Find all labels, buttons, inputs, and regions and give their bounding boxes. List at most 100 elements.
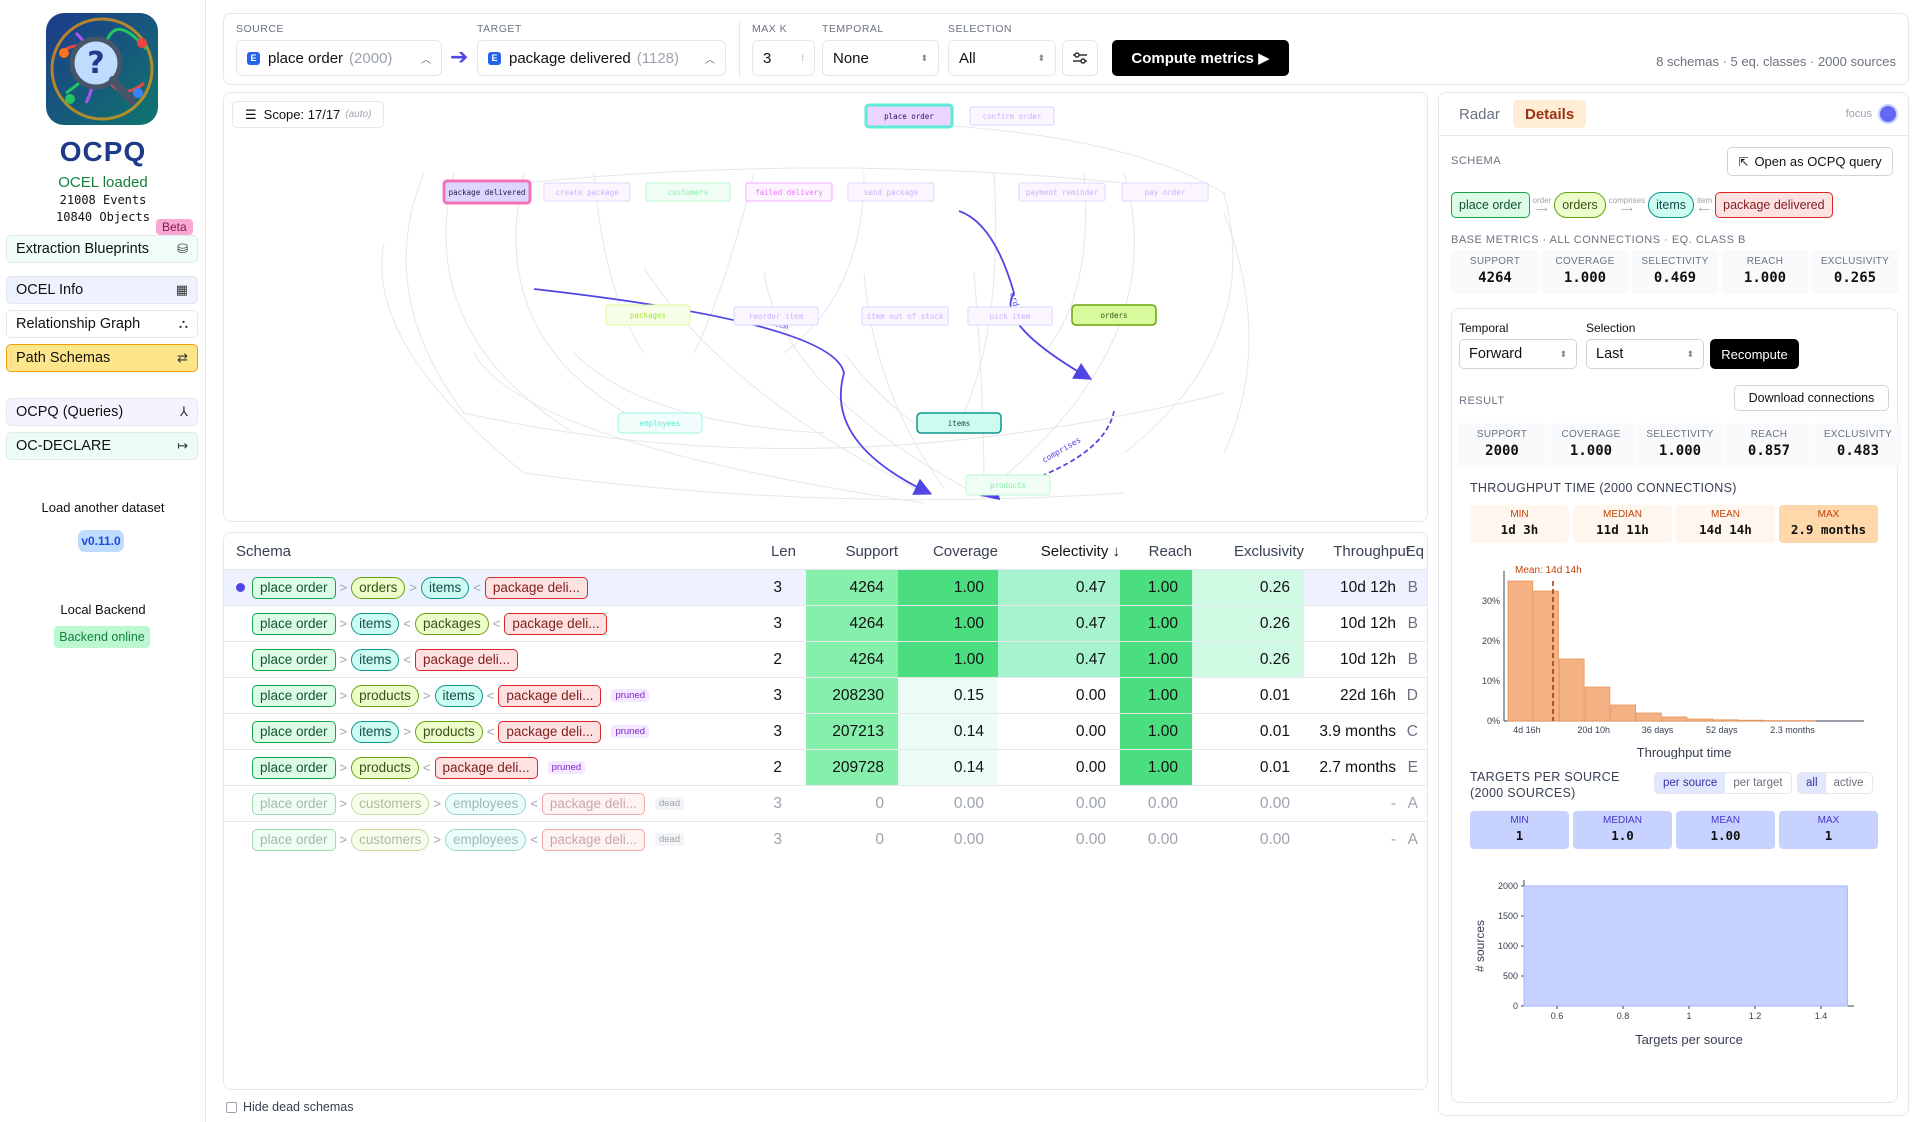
- node-failed-delivery[interactable]: failed delivery: [755, 188, 823, 197]
- node-place-order[interactable]: place order: [884, 112, 934, 121]
- target-select[interactable]: E package delivered (1128) ︿: [477, 40, 726, 76]
- checkbox[interactable]: [226, 1101, 237, 1113]
- schema-chip: place order: [252, 612, 336, 635]
- version-badge: v0.11.0: [78, 530, 124, 552]
- node-reorder-item[interactable]: reorder item: [749, 312, 804, 321]
- base-metrics-label: BASE METRICS · ALL CONNECTIONS · EQ. CLA…: [1451, 234, 1746, 246]
- table-row[interactable]: place order > products > items < package deli.…: [224, 677, 1427, 713]
- compute-metrics-button[interactable]: Compute metrics ▶: [1112, 40, 1289, 76]
- table-row[interactable]: place order > items < packages < package deli.…: [224, 605, 1427, 641]
- toggle-per-source[interactable]: per source: [1655, 773, 1726, 793]
- histogram-bar: [1523, 885, 1848, 1007]
- col-schema[interactable]: Schema: [236, 533, 291, 569]
- chevron-left-icon: <: [422, 760, 431, 775]
- table-row[interactable]: place order > orders > items < package deli...…: [224, 569, 1427, 605]
- stat-value: 1d 3h: [1500, 522, 1539, 537]
- nav-path-schemas[interactable]: Path Schemas ⇄: [6, 344, 198, 372]
- node-item-out-of-stock[interactable]: item out of stock: [867, 312, 944, 321]
- table-row[interactable]: place order > customers > employees < package …: [224, 785, 1427, 821]
- cell-coverage: 1.00: [898, 642, 998, 677]
- table-row[interactable]: place order > customers > employees < package …: [224, 821, 1427, 857]
- sliders-icon: [1073, 52, 1087, 64]
- col-reach[interactable]: Reach: [1120, 533, 1192, 569]
- node-employees[interactable]: employees: [640, 419, 681, 428]
- per-source-target-toggle[interactable]: per source per target: [1654, 772, 1792, 794]
- recompute-button[interactable]: Recompute: [1710, 339, 1799, 369]
- toggle-all[interactable]: all: [1798, 773, 1826, 793]
- node-create-package[interactable]: create package: [555, 188, 619, 197]
- col-exclusivity[interactable]: Exclusivity: [1192, 533, 1304, 569]
- download-connections-button[interactable]: Download connections: [1734, 385, 1889, 411]
- cell-throughput: 2.7 months: [1319, 758, 1396, 776]
- focus-toggle[interactable]: [1878, 104, 1898, 124]
- temporal-select[interactable]: None ⬍: [822, 40, 939, 76]
- load-another-dataset[interactable]: Load another dataset: [0, 500, 206, 515]
- table-row[interactable]: place order > items < package deli... 2 4264 1.…: [224, 641, 1427, 677]
- node-package-delivered[interactable]: package delivered: [449, 188, 526, 197]
- nav-ocel-info[interactable]: OCEL Info ▦: [6, 276, 198, 304]
- schema-chip: place order: [252, 576, 336, 599]
- cell-reach: 0.00: [1147, 830, 1178, 848]
- selection-select[interactable]: All ⬍: [948, 40, 1056, 76]
- node-send-package[interactable]: send package: [864, 188, 919, 197]
- table-row[interactable]: place order > items > products < package deli.…: [224, 713, 1427, 749]
- nav-relationship-graph[interactable]: Relationship Graph ⛬: [6, 310, 198, 338]
- schema-path: place order > customers > employees < package …: [252, 822, 685, 857]
- chevron-right-icon: >: [339, 832, 348, 847]
- metric-exclusivity: EXCLUSIVITY 0.265: [1811, 250, 1899, 294]
- node-confirm-order[interactable]: confirm order: [983, 112, 1042, 121]
- node-packages[interactable]: packages: [630, 311, 666, 320]
- metric-key: SUPPORT: [1469, 256, 1521, 267]
- table-row[interactable]: place order > products < package deli... prun…: [224, 749, 1427, 785]
- selection-select[interactable]: Last ⬍: [1586, 339, 1704, 369]
- temporal-select[interactable]: Forward ⬍: [1459, 339, 1577, 369]
- maxk-input[interactable]: 3 ⁞: [752, 40, 815, 76]
- tab-radar[interactable]: Radar: [1447, 100, 1512, 128]
- node-products[interactable]: products: [990, 481, 1026, 490]
- all-active-toggle[interactable]: all active: [1797, 772, 1873, 794]
- toggle-per-target[interactable]: per target: [1725, 773, 1790, 793]
- cell-support: 0: [875, 794, 884, 812]
- nav-oc-declare[interactable]: OC-DECLARE ↦: [6, 432, 198, 460]
- node-payment-reminder[interactable]: payment reminder: [1026, 188, 1099, 197]
- hide-dead-toggle[interactable]: Hide dead schemas: [226, 1100, 353, 1114]
- col-throughput[interactable]: Throughput: [1304, 533, 1410, 569]
- stepper-icon[interactable]: ⁞: [801, 54, 804, 63]
- sidebar: ? OCPQ OCEL loaded 21008 Events 10840 Ob…: [0, 0, 206, 1122]
- nav-ocpq-queries[interactable]: OCPQ (Queries) ⅄: [6, 398, 198, 426]
- histogram-bar: [1739, 719, 1765, 722]
- filter-settings-button[interactable]: [1062, 40, 1098, 76]
- x-tick-label: 0.6: [1551, 1011, 1564, 1021]
- node-items[interactable]: items: [948, 419, 971, 428]
- scope-label: Scope: 17/17: [263, 107, 341, 122]
- nav-extraction-blueprints[interactable]: Extraction Blueprints ⛁: [6, 235, 198, 263]
- tab-details[interactable]: Details: [1513, 100, 1587, 128]
- node-customers[interactable]: customers: [668, 188, 709, 197]
- stat-key: MEAN: [1711, 815, 1740, 826]
- toggle-active[interactable]: active: [1826, 773, 1872, 793]
- col-len[interactable]: Len: [736, 533, 796, 569]
- backend-status-badge: Backend online: [54, 626, 150, 648]
- source-select[interactable]: E place order (2000) ︿: [236, 40, 442, 76]
- chevron-up-icon: ︿: [421, 54, 431, 66]
- cell-exclusivity: 0.00: [1259, 794, 1290, 812]
- cell-len: 3: [773, 686, 782, 704]
- stat-value: 1: [1824, 828, 1833, 843]
- focus-label: focus: [1845, 108, 1872, 120]
- schema-chip: items: [351, 648, 400, 671]
- scope-button[interactable]: ☰ Scope: 17/17 (auto): [232, 101, 385, 128]
- open-ocpq-query-button[interactable]: ⇱ Open as OCPQ query: [1727, 147, 1893, 176]
- col-support[interactable]: Support: [806, 533, 898, 569]
- node-orders[interactable]: orders: [1100, 311, 1127, 320]
- node-pick-item[interactable]: pick item: [990, 312, 1031, 321]
- node-pay-order[interactable]: pay order: [1145, 188, 1186, 197]
- cell-exclusivity: 0.26: [1192, 642, 1304, 677]
- pruned-badge: pruned: [547, 761, 586, 774]
- col-coverage[interactable]: Coverage: [898, 533, 998, 569]
- schema-chip: employees: [445, 792, 527, 815]
- relationship-graph-canvas[interactable]: item order comprises place order confirm…: [223, 92, 1428, 522]
- maxk-value: 3: [763, 49, 772, 67]
- col-eq[interactable]: Eq: [1396, 533, 1424, 569]
- metric-value: 0.857: [1747, 443, 1791, 459]
- col-selectivity[interactable]: Selectivity ↓: [998, 533, 1120, 569]
